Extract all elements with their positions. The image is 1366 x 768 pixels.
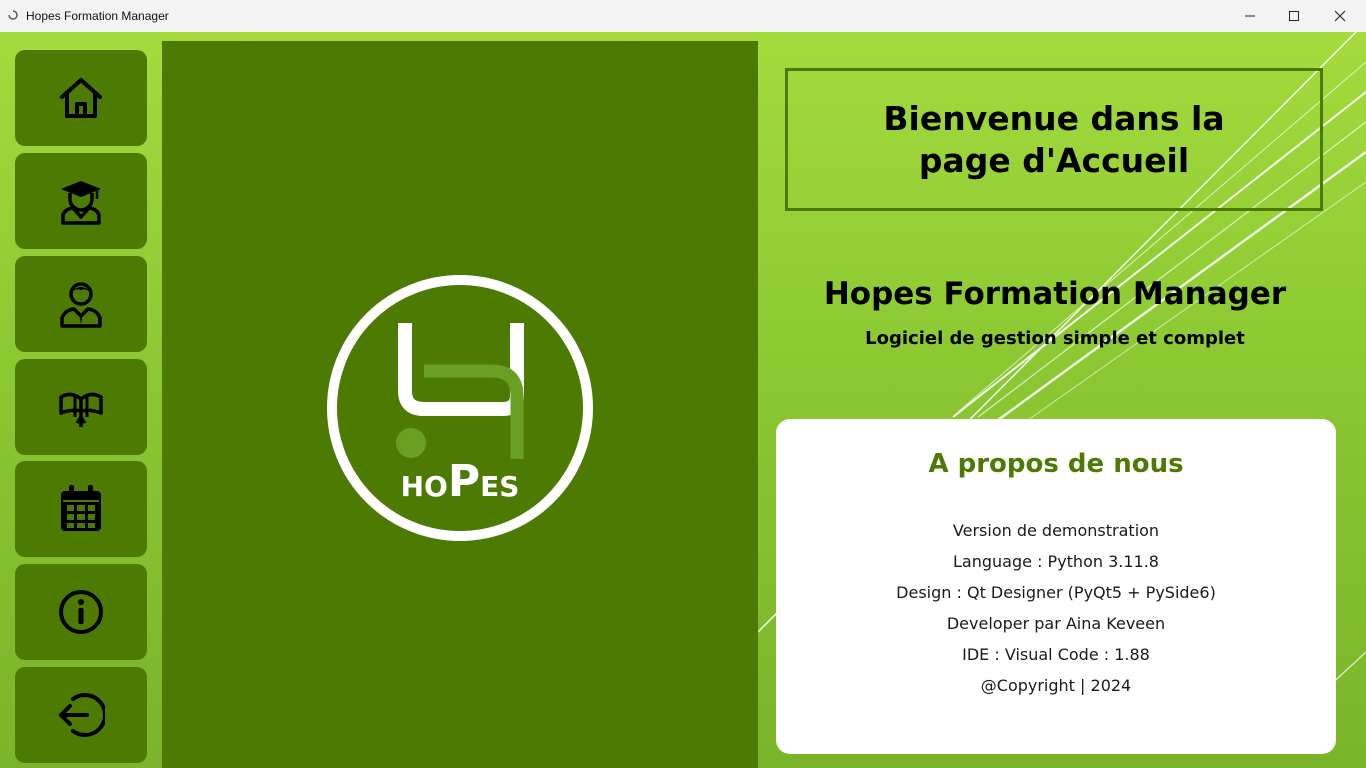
logo-panel: HOPES [162, 41, 758, 768]
app-loading-icon [8, 10, 18, 20]
about-line-developer: Developer par Aina Keveen [946, 614, 1166, 633]
about-line-language: Language : Python 3.11.8 [953, 552, 1159, 571]
sidebar-item-home[interactable] [15, 50, 147, 146]
minimize-icon [1245, 15, 1255, 17]
about-line-design: Design : Qt Designer (PyQt5 + PySide6) [896, 583, 1216, 602]
about-card: A propos de nous Version de demonstratio… [776, 419, 1336, 754]
welcome-box: Bienvenue dans la page d'Accueil [785, 68, 1323, 211]
teacher-icon [60, 282, 102, 328]
sidebar-item-about[interactable] [15, 564, 147, 660]
maximize-button[interactable] [1271, 0, 1317, 32]
app-tagline: Logiciel de gestion simple et complet [865, 328, 1245, 349]
close-button[interactable] [1317, 0, 1363, 32]
about-line-copyright: @Copyright | 2024 [980, 676, 1132, 695]
logo-text-es: ES [480, 470, 519, 503]
svg-text:HOPES: HOPES [401, 456, 520, 507]
sidebar-item-logout[interactable] [15, 667, 147, 763]
minimize-button[interactable] [1227, 0, 1273, 32]
sidebar-item-students[interactable] [15, 153, 147, 249]
logout-icon [59, 693, 105, 737]
about-line-version: Version de demonstration [952, 521, 1160, 540]
info-icon [59, 590, 103, 634]
sidebar-item-calendar[interactable] [15, 461, 147, 557]
main-window: HOPES Bienvenue dans la page d'Accueil H… [0, 32, 1366, 768]
home-icon [60, 78, 102, 118]
sidebar-item-teachers[interactable] [15, 256, 147, 352]
app-name: Hopes Formation Manager [823, 276, 1287, 312]
window-title: Hopes Formation Manager [26, 9, 169, 23]
gift-icon [59, 392, 103, 427]
maximize-icon [1289, 11, 1299, 21]
about-title: A propos de nous [928, 449, 1184, 479]
sidebar-item-gifts[interactable] [15, 359, 147, 455]
about-line-ide: IDE : Visual Code : 1.88 [962, 645, 1150, 664]
title-bar: Hopes Formation Manager [0, 0, 1366, 33]
welcome-title: Bienvenue dans la page d'Accueil [883, 98, 1225, 180]
graduate-icon [61, 181, 101, 225]
close-icon [1334, 10, 1346, 22]
calendar-icon [61, 485, 101, 531]
hopes-logo: HOPES [327, 275, 593, 541]
logo-text-p: P [448, 456, 480, 507]
logo-text-ho: HO [401, 470, 448, 503]
